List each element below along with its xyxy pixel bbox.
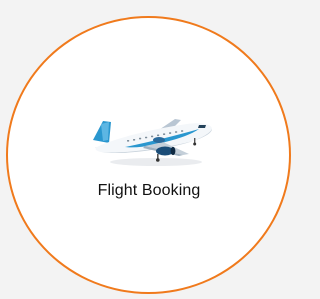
airplane-icon xyxy=(93,119,212,166)
flight-booking-label: Flight Booking xyxy=(97,182,201,199)
page-background: Flight Booking xyxy=(0,0,298,299)
